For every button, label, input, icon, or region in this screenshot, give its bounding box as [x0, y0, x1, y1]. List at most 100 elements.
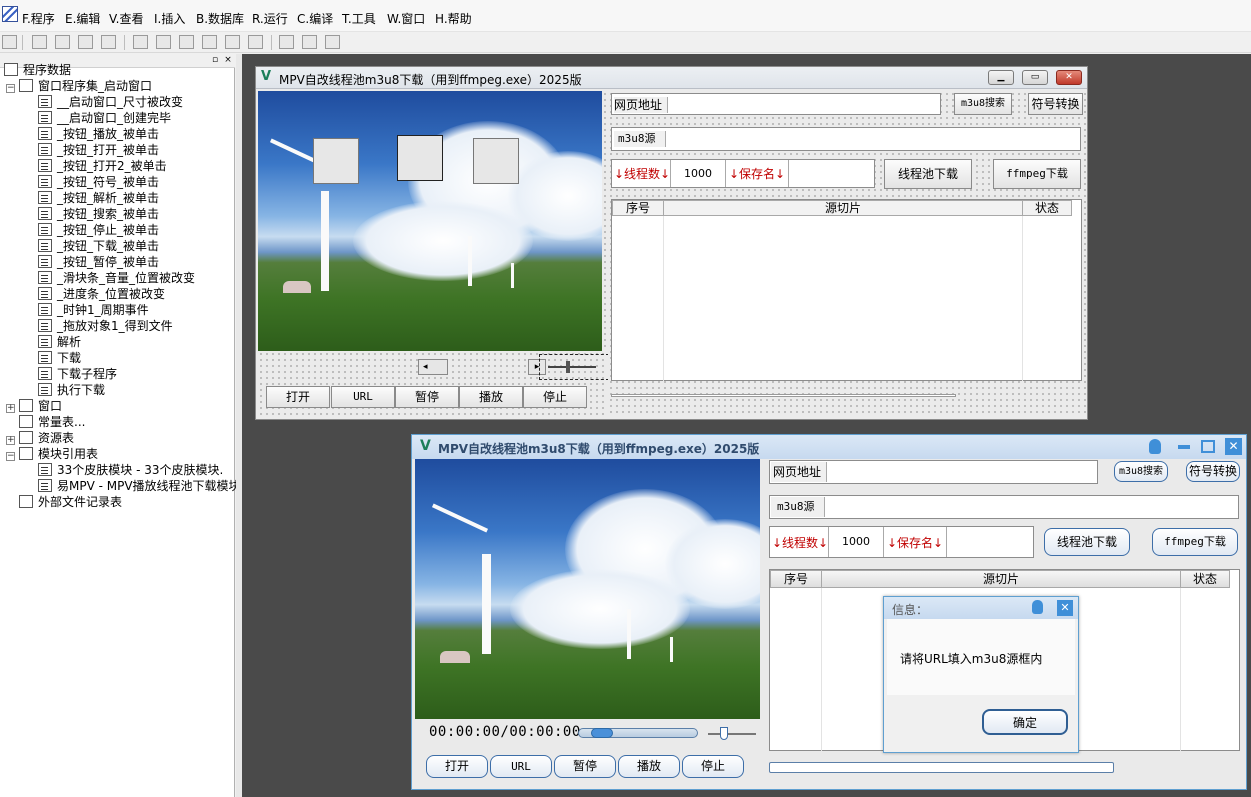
maximize-icon[interactable]: [1201, 440, 1215, 453]
minimize-icon[interactable]: ▁: [988, 70, 1014, 85]
menu-program[interactable]: F.程序: [22, 10, 55, 27]
menu-compile[interactable]: C.编译: [297, 10, 333, 27]
scroll-left-arrow-icon[interactable]: ◂: [418, 359, 448, 375]
make-same-height-icon[interactable]: [302, 35, 317, 49]
tree-item[interactable]: _按钮_下载_被单击: [38, 238, 159, 254]
close-icon[interactable]: ×: [223, 56, 233, 66]
close-icon[interactable]: ✕: [1056, 70, 1082, 85]
menu-help[interactable]: H.帮助: [435, 10, 472, 27]
align-right-icon[interactable]: [55, 35, 70, 49]
tree-item[interactable]: 下载子程序: [38, 366, 117, 382]
tree-item[interactable]: _时钟1_周期事件: [38, 302, 149, 318]
align-bottom-icon[interactable]: [101, 35, 116, 49]
tree-item[interactable]: _按钮_暂停_被单击: [38, 254, 159, 270]
same-height-icon[interactable]: [202, 35, 217, 49]
tree-item[interactable]: + 资源表: [6, 430, 74, 446]
tree-item[interactable]: + 窗口: [6, 398, 62, 414]
tree-item[interactable]: 解析: [38, 334, 81, 350]
pause-button[interactable]: 暂停: [554, 755, 616, 778]
tree-item[interactable]: _按钮_打开2_被单击: [38, 158, 167, 174]
pause-button[interactable]: 暂停: [395, 386, 459, 408]
menu-database[interactable]: B.数据库: [196, 10, 244, 27]
space-horizontal-icon[interactable]: [225, 35, 240, 49]
align-left-icon[interactable]: [32, 35, 47, 49]
symbol-convert-button[interactable]: 符号转换: [1186, 461, 1240, 482]
open-button[interactable]: 打开: [266, 386, 330, 408]
threads-input[interactable]: 1000: [670, 160, 726, 187]
volume-slider-selected[interactable]: [539, 354, 609, 380]
menu-tools[interactable]: T.工具: [342, 10, 376, 27]
tree-item[interactable]: 常量表...: [6, 414, 85, 430]
calendar-icon[interactable]: [313, 138, 359, 184]
tree-item[interactable]: _按钮_播放_被单击: [38, 126, 159, 142]
timer-icon[interactable]: [473, 138, 519, 184]
minimize-icon[interactable]: [1178, 445, 1190, 449]
m3u8-source-field[interactable]: m3u8源: [611, 127, 1081, 151]
restore-icon[interactable]: ▫: [210, 56, 220, 66]
tree-item[interactable]: 下载: [38, 350, 81, 366]
stop-button[interactable]: 停止: [682, 755, 744, 778]
maximize-icon[interactable]: ▭: [1022, 70, 1048, 85]
collapse-icon[interactable]: −: [6, 452, 15, 461]
symbol-convert-button[interactable]: 符号转换: [1028, 93, 1083, 115]
tree-item[interactable]: _拖放对象1_得到文件: [38, 318, 173, 334]
center-horizontal-icon[interactable]: [133, 35, 148, 49]
form-icon[interactable]: [2, 35, 17, 49]
tree-item[interactable]: __启动窗口_创建完毕: [38, 110, 171, 126]
tree-item[interactable]: 程序数据: [4, 62, 71, 78]
ffmpeg-download-button[interactable]: ffmpeg下载: [993, 159, 1081, 189]
collapse-icon[interactable]: −: [6, 84, 15, 93]
expand-icon[interactable]: +: [6, 404, 15, 413]
make-same-width-icon[interactable]: [279, 35, 294, 49]
tree-item[interactable]: _按钮_搜索_被单击: [38, 206, 159, 222]
tree-item[interactable]: _按钮_符号_被单击: [38, 174, 159, 190]
expand-icon[interactable]: +: [6, 436, 15, 445]
refresh-icon[interactable]: [397, 135, 443, 181]
tree-item[interactable]: 外部文件记录表: [6, 494, 122, 510]
align-top-icon[interactable]: [78, 35, 93, 49]
progress-slider-thumb[interactable]: [591, 728, 613, 738]
pool-download-button[interactable]: 线程池下载: [1044, 528, 1130, 556]
close-icon[interactable]: ✕: [1057, 600, 1073, 616]
menu-insert[interactable]: I.插入: [154, 10, 185, 27]
menu-view[interactable]: V.查看: [109, 10, 143, 27]
tree-item[interactable]: − 模块引用表: [6, 446, 98, 462]
pool-download-button[interactable]: 线程池下载: [884, 159, 972, 189]
url-field[interactable]: 网页地址: [769, 460, 1098, 484]
m3u8-search-button[interactable]: m3u8搜索: [1114, 461, 1168, 482]
savename-input[interactable]: [788, 160, 874, 187]
tree-item[interactable]: __启动窗口_尺寸被改变: [38, 94, 183, 110]
tree-item[interactable]: − 窗口程序集_启动窗口: [6, 78, 152, 94]
progress-slider[interactable]: [578, 728, 698, 738]
menu-edit[interactable]: E.编辑: [65, 10, 100, 27]
volume-slider[interactable]: [708, 727, 756, 740]
volume-slider-thumb[interactable]: [720, 727, 728, 740]
center-vertical-icon[interactable]: [156, 35, 171, 49]
make-same-size-icon[interactable]: [325, 35, 340, 49]
stop-button[interactable]: 停止: [523, 386, 587, 408]
open-button[interactable]: 打开: [426, 755, 488, 778]
tree-item[interactable]: _按钮_解析_被单击: [38, 190, 159, 206]
same-width-icon[interactable]: [179, 35, 194, 49]
tree-item[interactable]: _进度条_位置被改变: [38, 286, 165, 302]
url-button[interactable]: URL: [490, 755, 552, 778]
close-icon[interactable]: ✕: [1225, 438, 1242, 455]
space-vertical-icon[interactable]: [248, 35, 263, 49]
url-button[interactable]: URL: [331, 386, 395, 408]
m3u8-source-field[interactable]: m3u8源: [769, 495, 1239, 519]
ffmpeg-download-button[interactable]: ffmpeg下载: [1152, 528, 1238, 556]
threads-input[interactable]: 1000: [828, 527, 884, 557]
m3u8-search-button[interactable]: m3u8搜索: [954, 93, 1012, 115]
ok-button[interactable]: 确定: [982, 709, 1068, 735]
play-button[interactable]: 播放: [459, 386, 523, 408]
url-field[interactable]: 网页地址: [611, 93, 941, 115]
play-button[interactable]: 播放: [618, 755, 680, 778]
tree-item[interactable]: 易MPV - MPV播放线程池下载模块: [38, 478, 241, 494]
menu-window[interactable]: W.窗口: [387, 10, 425, 27]
tree-item[interactable]: 执行下载: [38, 382, 105, 398]
savename-input[interactable]: [946, 527, 1033, 557]
tree-item[interactable]: _按钮_打开_被单击: [38, 142, 159, 158]
tree-item[interactable]: _滑块条_音量_位置被改变: [38, 270, 195, 286]
skin-icon[interactable]: [1149, 439, 1161, 454]
skin-icon[interactable]: [1032, 600, 1043, 614]
